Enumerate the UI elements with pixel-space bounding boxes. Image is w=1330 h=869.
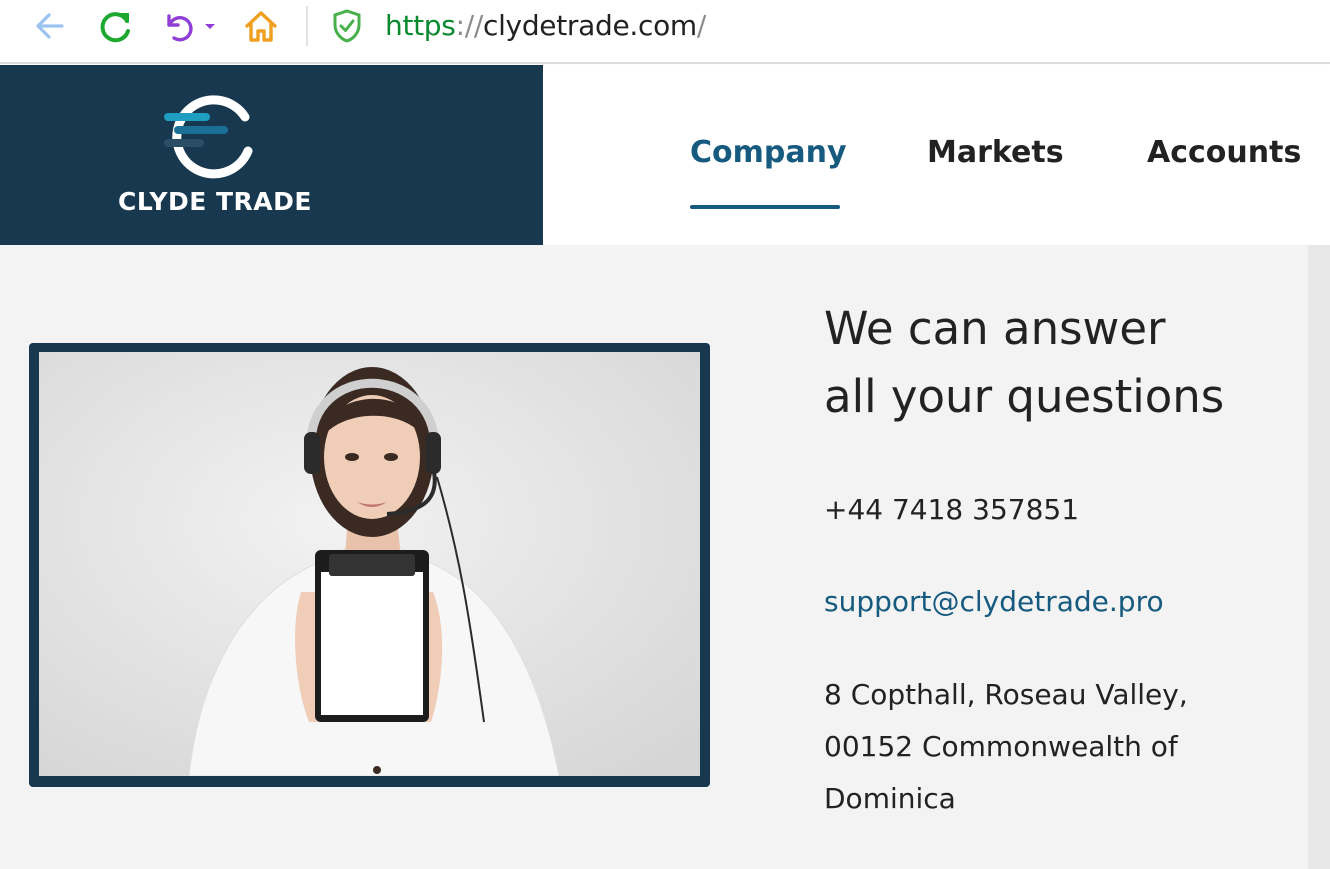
contact-heading: We can answer all your questions xyxy=(824,295,1284,431)
url-separator: :// xyxy=(455,9,484,42)
toolbar-separator xyxy=(306,6,308,46)
dropdown-caret-icon[interactable] xyxy=(200,6,220,46)
contact-section: We can answer all your questions +44 741… xyxy=(0,245,1308,869)
url-scheme: https xyxy=(385,9,456,42)
clyde-trade-logo-icon xyxy=(160,93,260,179)
back-arrow-icon[interactable] xyxy=(30,6,70,46)
undo-icon[interactable] xyxy=(158,6,198,46)
address-line-3: Dominica xyxy=(824,782,956,815)
contact-heading-line-1: We can answer xyxy=(824,302,1166,355)
nav-active-indicator xyxy=(690,205,840,209)
support-agent-photo xyxy=(39,352,700,776)
page-scrollbar[interactable] xyxy=(1308,245,1330,869)
reload-icon[interactable] xyxy=(95,6,137,46)
address-bar[interactable]: https://clydetrade.com/ xyxy=(385,8,706,44)
url-host: clydetrade.com xyxy=(482,9,697,42)
shield-icon[interactable] xyxy=(330,6,364,46)
nav-company[interactable]: Company xyxy=(690,135,847,170)
address-line-2: 00152 Commonwealth of xyxy=(824,730,1178,763)
nav-accounts[interactable]: Accounts xyxy=(1147,135,1301,170)
address-line-1: 8 Copthall, Roseau Valley, xyxy=(824,678,1188,711)
site-header: CLYDE TRADE Company Markets Accounts xyxy=(0,65,1330,245)
brand-name: CLYDE TRADE xyxy=(117,187,312,216)
contact-heading-line-2: all your questions xyxy=(824,370,1225,423)
logo-link[interactable]: CLYDE TRADE xyxy=(0,65,543,245)
home-icon[interactable] xyxy=(240,6,282,46)
contact-phone[interactable]: +44 7418 357851 xyxy=(824,493,1079,526)
contact-email-link[interactable]: support@clydetrade.pro xyxy=(824,585,1164,618)
support-photo-frame xyxy=(29,343,710,787)
browser-toolbar: https://clydetrade.com/ xyxy=(0,0,1330,64)
contact-address: 8 Copthall, Roseau Valley, 00152 Commonw… xyxy=(824,669,1294,825)
url-trailing-slash: / xyxy=(696,9,707,42)
nav-markets[interactable]: Markets xyxy=(927,135,1064,170)
